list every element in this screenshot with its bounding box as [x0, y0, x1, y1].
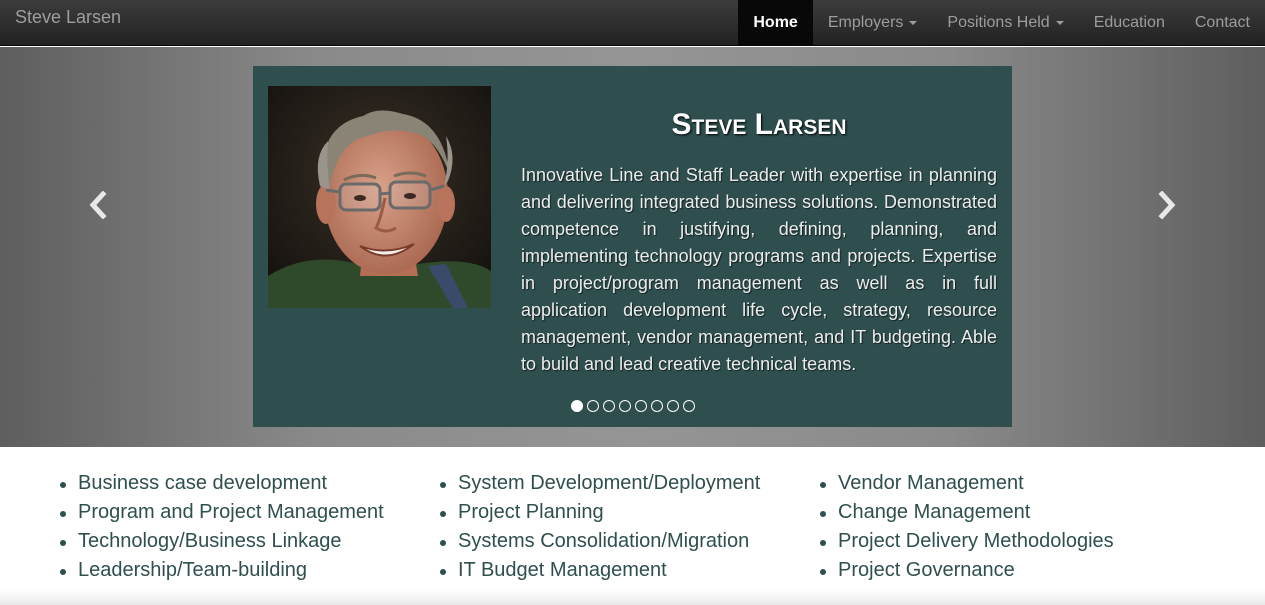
- list-item: Change Management: [818, 498, 1114, 527]
- skills-list-col2: System Development/Deployment Project Pl…: [438, 469, 760, 585]
- nav-employers-label: Employers: [827, 14, 904, 31]
- profile-photo: [268, 86, 491, 308]
- carousel-indicator-dot[interactable]: [602, 400, 615, 412]
- list-item: Project Delivery Methodologies: [818, 527, 1114, 556]
- list-item: Project Planning: [438, 498, 760, 527]
- brand-link[interactable]: Steve Larsen: [15, 7, 121, 28]
- skills-list-col3: Vendor Management Change Management Proj…: [818, 469, 1114, 585]
- nav-home[interactable]: Home: [738, 0, 813, 46]
- nav-education[interactable]: Education: [1079, 0, 1180, 46]
- navbar: Steve Larsen Home Employers Positions He…: [0, 0, 1265, 46]
- slide-title: Steve Larsen: [671, 108, 847, 141]
- nav-menu: Home Employers Positions Held Education …: [738, 0, 1265, 46]
- page-bottom-shadow: [0, 590, 1265, 605]
- carousel-indicators: [253, 400, 1012, 412]
- carousel-indicator-dot[interactable]: [666, 400, 679, 412]
- carousel-prev-button[interactable]: [78, 185, 118, 225]
- nav-education-label: Education: [1093, 14, 1165, 31]
- carousel-next-button[interactable]: [1147, 185, 1187, 225]
- chevron-left-icon: [89, 191, 107, 219]
- carousel-indicator-dot[interactable]: [586, 400, 599, 412]
- skills-section: Business case development Program and Pr…: [0, 447, 1265, 605]
- list-item: Project Governance: [818, 556, 1114, 585]
- list-item: Systems Consolidation/Migration: [438, 527, 760, 556]
- carousel-indicator-dot[interactable]: [618, 400, 631, 412]
- carousel: Steve Larsen Innovative Line and Staff L…: [0, 47, 1265, 447]
- list-item: IT Budget Management: [438, 556, 760, 585]
- slide-description: Innovative Line and Staff Leader with ex…: [521, 165, 997, 374]
- carousel-indicator-dot[interactable]: [570, 400, 583, 412]
- carousel-indicator-dot[interactable]: [650, 400, 663, 412]
- carousel-slide: Steve Larsen Innovative Line and Staff L…: [253, 66, 1012, 427]
- nav-employers-dropdown[interactable]: Employers: [813, 0, 933, 46]
- nav-home-label: Home: [753, 14, 798, 31]
- nav-positions-dropdown[interactable]: Positions Held: [932, 0, 1078, 46]
- list-item: Program and Project Management: [58, 498, 384, 527]
- nav-contact[interactable]: Contact: [1180, 0, 1265, 46]
- list-item: Vendor Management: [818, 469, 1114, 498]
- chevron-right-icon: [1158, 191, 1176, 219]
- list-item: Business case development: [58, 469, 384, 498]
- caret-down-icon: [909, 21, 918, 25]
- list-item: Technology/Business Linkage: [58, 527, 384, 556]
- carousel-indicator-dot[interactable]: [682, 400, 695, 412]
- nav-positions-label: Positions Held: [947, 14, 1050, 31]
- list-item: Leadership/Team-building: [58, 556, 384, 585]
- skills-list-col1: Business case development Program and Pr…: [58, 469, 384, 585]
- caret-down-icon: [1055, 21, 1064, 25]
- nav-contact-label: Contact: [1194, 14, 1250, 31]
- list-item: System Development/Deployment: [438, 469, 760, 498]
- carousel-indicator-dot[interactable]: [634, 400, 647, 412]
